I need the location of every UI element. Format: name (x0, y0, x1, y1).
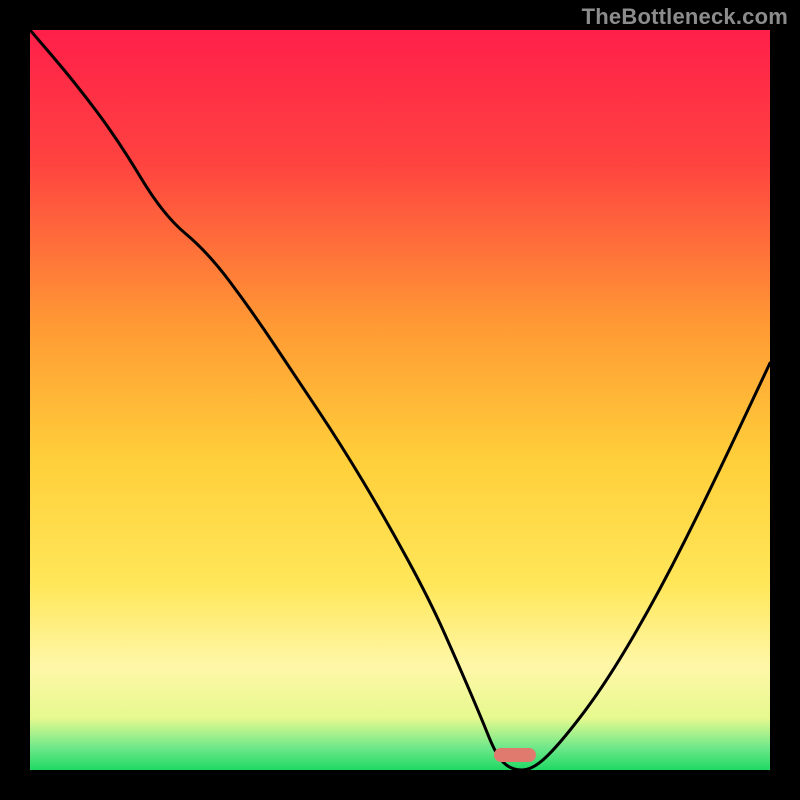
watermark-text: TheBottleneck.com (582, 4, 788, 30)
plot-area (30, 30, 770, 770)
outer-frame: TheBottleneck.com (0, 0, 800, 800)
heat-gradient (30, 30, 770, 770)
optimal-marker (494, 748, 536, 762)
